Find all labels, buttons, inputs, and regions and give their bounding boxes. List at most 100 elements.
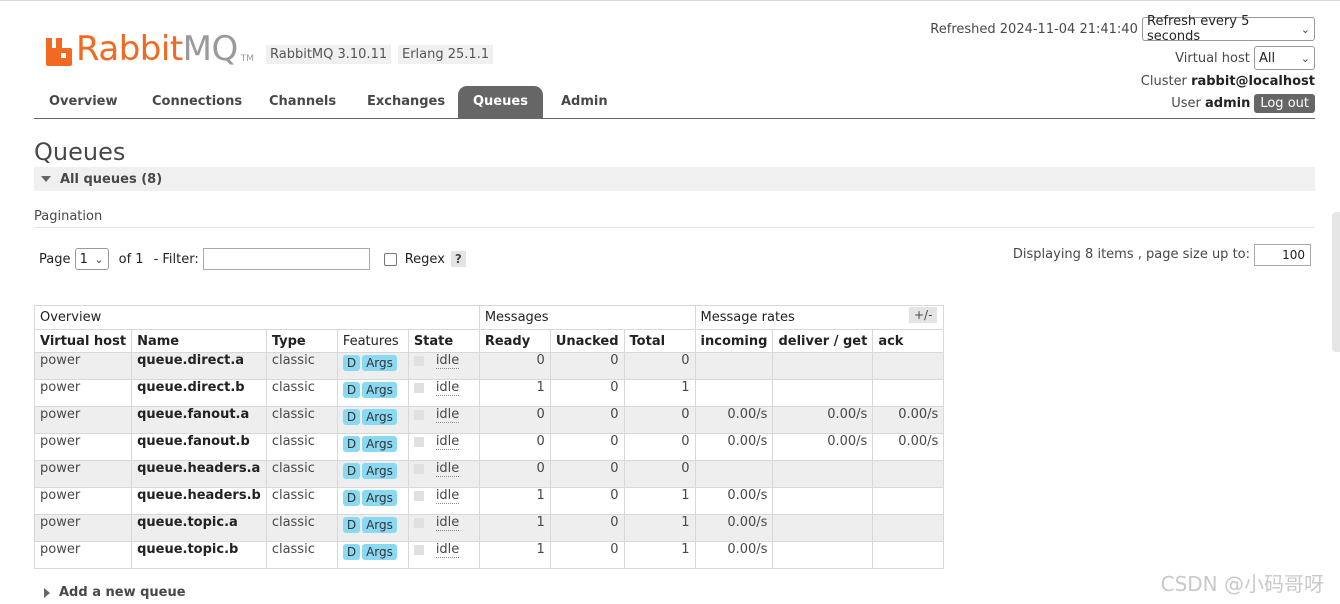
cell-queue-name-link[interactable]: queue.fanout.a bbox=[131, 406, 267, 434]
rabbitmq-logo-icon bbox=[46, 38, 72, 66]
state-text: idle bbox=[435, 542, 460, 558]
cell-vhost: power bbox=[33, 460, 133, 488]
cell-features: D Args bbox=[336, 352, 409, 380]
regex-label: Regex bbox=[404, 251, 445, 267]
cell-vhost: power bbox=[33, 352, 133, 380]
regex-checkbox[interactable] bbox=[383, 252, 397, 266]
col-name[interactable]: Name bbox=[131, 329, 267, 353]
cell-incoming-rate: 0.00/s bbox=[694, 433, 774, 461]
col-ready[interactable]: Ready bbox=[478, 329, 551, 353]
cell-queue-name-link[interactable]: queue.headers.b bbox=[131, 487, 267, 515]
state-indicator-icon bbox=[413, 355, 424, 366]
vhost-select[interactable]: All ⌄ bbox=[1254, 46, 1315, 70]
cell-state: idle bbox=[407, 514, 480, 542]
page-select[interactable]: 1 ⌄ bbox=[74, 248, 109, 270]
cell-type: classic bbox=[265, 487, 338, 515]
table-row: power queue.fanout.b classic D Args idle 0 0 0 0.… bbox=[33, 433, 945, 461]
all-queues-label: All queues (8) bbox=[60, 171, 163, 187]
cell-vhost: power bbox=[33, 487, 133, 515]
state-text: idle bbox=[435, 434, 460, 450]
tab-exchanges[interactable]: Exchanges bbox=[352, 86, 460, 118]
col-deliver-get[interactable]: deliver / get bbox=[772, 329, 874, 353]
state-text: idle bbox=[435, 515, 460, 531]
cell-total: 1 bbox=[623, 541, 696, 569]
cell-queue-name-link[interactable]: queue.direct.b bbox=[131, 379, 267, 407]
table-row: power queue.fanout.a classic D Args idle 0 0 0 0.… bbox=[33, 406, 945, 434]
cell-total: 0 bbox=[623, 352, 696, 380]
logo-text-mq: MQ bbox=[182, 29, 239, 69]
cell-features: D Args bbox=[336, 379, 409, 407]
add-new-queue-toggle[interactable]: Add a new queue bbox=[44, 585, 186, 600]
cell-ack-rate bbox=[872, 514, 945, 542]
columns-toggle-button[interactable]: +/- bbox=[909, 307, 938, 323]
rabbitmq-version-badge: RabbitMQ 3.10.11 bbox=[266, 45, 392, 64]
cell-queue-name-link[interactable]: queue.topic.a bbox=[131, 514, 267, 542]
cell-deliver-rate bbox=[772, 352, 874, 380]
cell-queue-name-link[interactable]: queue.topic.b bbox=[131, 541, 267, 569]
group-header-message-rates: Message rates bbox=[694, 305, 945, 330]
cell-total: 0 bbox=[623, 406, 696, 434]
rabbitmq-logo[interactable]: Rabbit MQ TM bbox=[44, 26, 254, 66]
cell-ready: 0 bbox=[478, 406, 551, 434]
col-ack[interactable]: ack bbox=[872, 329, 945, 353]
feature-args-badge: Args bbox=[362, 382, 397, 398]
cell-vhost: power bbox=[33, 541, 133, 569]
erlang-version-badge: Erlang 25.1.1 bbox=[398, 45, 494, 64]
add-new-queue-label: Add a new queue bbox=[59, 585, 186, 600]
refresh-interval-select[interactable]: Refresh every 5 seconds ⌄ bbox=[1142, 14, 1315, 44]
col-total[interactable]: Total bbox=[623, 329, 696, 353]
cell-queue-name-link[interactable]: queue.fanout.b bbox=[131, 433, 267, 461]
collapse-triangle-icon bbox=[41, 176, 51, 182]
cell-state: idle bbox=[407, 487, 480, 515]
state-text: idle bbox=[435, 488, 460, 504]
col-state[interactable]: State bbox=[407, 329, 480, 353]
cell-queue-name-link[interactable]: queue.direct.a bbox=[131, 352, 267, 380]
cell-deliver-rate bbox=[772, 487, 874, 515]
feature-args-badge: Args bbox=[362, 436, 397, 452]
page-size-input[interactable]: 100 bbox=[1254, 244, 1311, 266]
regex-help-button[interactable]: ? bbox=[450, 251, 466, 267]
feature-durable-badge: D bbox=[342, 463, 361, 479]
cell-deliver-rate: 0.00/s bbox=[772, 433, 874, 461]
cell-ready: 1 bbox=[478, 541, 551, 569]
state-indicator-icon bbox=[413, 436, 424, 447]
vhost-select-value: All bbox=[1259, 50, 1276, 66]
col-unacked[interactable]: Unacked bbox=[549, 329, 625, 353]
side-scroll-handle[interactable] bbox=[1332, 212, 1340, 352]
cell-deliver-rate: 0.00/s bbox=[772, 406, 874, 434]
tab-overview[interactable]: Overview bbox=[34, 86, 133, 118]
cell-unacked: 0 bbox=[549, 460, 625, 488]
table-row: power queue.headers.a classic D Args idle 0 0 0 bbox=[33, 460, 945, 488]
feature-durable-badge: D bbox=[342, 355, 361, 371]
tab-queues[interactable]: Queues bbox=[458, 86, 543, 118]
cell-ready: 0 bbox=[478, 460, 551, 488]
state-indicator-icon bbox=[413, 382, 424, 393]
cell-queue-name-link[interactable]: queue.headers.a bbox=[131, 460, 267, 488]
cell-state: idle bbox=[407, 460, 480, 488]
cell-ack-rate bbox=[872, 541, 945, 569]
cell-unacked: 0 bbox=[549, 433, 625, 461]
cell-vhost: power bbox=[33, 514, 133, 542]
feature-durable-badge: D bbox=[342, 517, 361, 533]
all-queues-section-toggle[interactable]: All queues (8) bbox=[34, 167, 1315, 191]
cell-type: classic bbox=[265, 433, 338, 461]
col-type[interactable]: Type bbox=[265, 329, 338, 353]
feature-args-badge: Args bbox=[362, 463, 397, 479]
col-virtual-host[interactable]: Virtual host bbox=[33, 329, 133, 353]
tab-connections[interactable]: Connections bbox=[137, 86, 257, 118]
tab-admin[interactable]: Admin bbox=[546, 86, 623, 118]
top-border bbox=[0, 0, 1340, 1]
refresh-interval-value: Refresh every 5 seconds bbox=[1147, 14, 1250, 44]
cell-ready: 1 bbox=[478, 487, 551, 515]
cell-state: idle bbox=[407, 379, 480, 407]
cell-ack-rate: 0.00/s bbox=[872, 406, 945, 434]
filter-input[interactable] bbox=[202, 248, 370, 270]
cell-features: D Args bbox=[336, 433, 409, 461]
logo-text-rabbit: Rabbit bbox=[76, 29, 183, 69]
col-incoming[interactable]: incoming bbox=[694, 329, 774, 353]
state-indicator-icon bbox=[413, 463, 424, 474]
page-select-value: 1 bbox=[79, 251, 88, 267]
cell-type: classic bbox=[265, 379, 338, 407]
tab-channels[interactable]: Channels bbox=[254, 86, 351, 118]
cell-unacked: 0 bbox=[549, 406, 625, 434]
